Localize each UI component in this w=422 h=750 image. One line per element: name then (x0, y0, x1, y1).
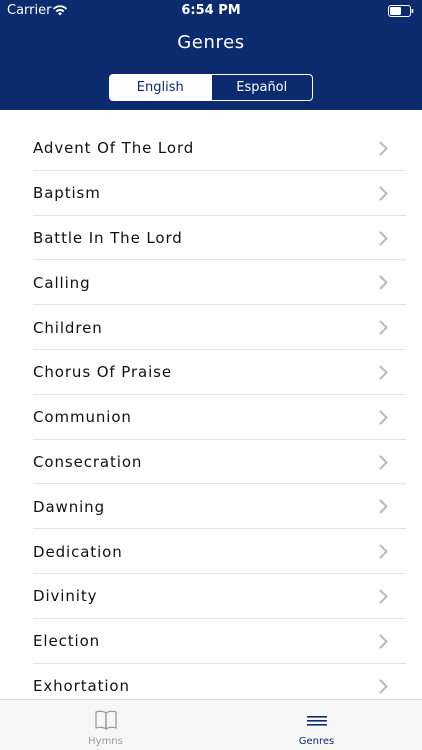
list-item-label: Calling (33, 273, 91, 292)
chevron-right-icon (379, 275, 388, 290)
chevron-right-icon (379, 679, 388, 694)
list-item-label: Election (33, 632, 101, 651)
chevron-right-icon (379, 365, 388, 380)
list-item-label: Divinity (33, 587, 98, 606)
list-item[interactable]: Advent Of The Lord (0, 126, 422, 171)
list-item-label: Exhortation (33, 676, 130, 695)
list-item-label: Advent Of The Lord (33, 139, 195, 158)
clock-label: 6:54 PM (181, 3, 241, 18)
tab-bar: Hymns Genres (0, 699, 422, 750)
list-item-label: Consecration (33, 452, 143, 471)
list-item[interactable]: Consecration (0, 440, 422, 485)
list-item-label: Baptism (33, 184, 101, 203)
list-item[interactable]: Baptism (0, 171, 422, 216)
chevron-right-icon (379, 499, 388, 514)
genre-list[interactable]: Advent Of The Lord Baptism Battle In The… (0, 126, 422, 699)
tab-genres[interactable]: Genres (211, 700, 422, 750)
chevron-right-icon (379, 544, 388, 559)
chevron-right-icon (379, 231, 388, 246)
list-icon (306, 716, 327, 726)
tab-label: Genres (298, 736, 335, 747)
chevron-right-icon (379, 410, 388, 425)
language-segmented-control[interactable]: English Español (109, 74, 313, 101)
chevron-right-icon (379, 186, 388, 201)
segment-espanol[interactable]: Español (210, 75, 313, 100)
list-item[interactable]: Exhortation (0, 664, 422, 699)
list-item[interactable]: Dawning (0, 484, 422, 530)
list-item[interactable]: Dedication (0, 529, 422, 574)
battery-icon (388, 5, 414, 17)
chevron-right-icon (379, 320, 388, 335)
list-item-label: Dawning (33, 497, 106, 516)
book-icon (94, 710, 117, 730)
chevron-right-icon (379, 141, 388, 156)
chevron-right-icon (379, 455, 388, 470)
tab-label: Hymns (88, 736, 123, 747)
tab-hymns[interactable]: Hymns (0, 700, 211, 750)
list-item[interactable]: Chorus Of Praise (0, 350, 422, 395)
list-item-label: Communion (33, 408, 132, 427)
chevron-right-icon (379, 634, 388, 649)
list-item[interactable]: Battle In The Lord (0, 216, 422, 261)
list-item[interactable]: Communion (0, 395, 422, 440)
list-item[interactable]: Calling (0, 260, 422, 306)
list-item-label: Dedication (33, 542, 123, 561)
list-item-label: Battle In The Lord (33, 228, 183, 247)
list-item[interactable]: Children (0, 305, 422, 350)
navigation-header: Carrier 6:54 PM Genres English Español (0, 0, 422, 110)
page-title: Genres (177, 32, 245, 53)
list-item-label: Chorus Of Praise (33, 363, 173, 382)
list-item-label: Children (33, 318, 103, 337)
list-item[interactable]: Election (0, 619, 422, 664)
chevron-right-icon (379, 589, 388, 604)
segment-english[interactable]: English (110, 75, 211, 100)
status-bar: Carrier 6:54 PM (0, 0, 422, 22)
list-item[interactable]: Divinity (0, 574, 422, 619)
